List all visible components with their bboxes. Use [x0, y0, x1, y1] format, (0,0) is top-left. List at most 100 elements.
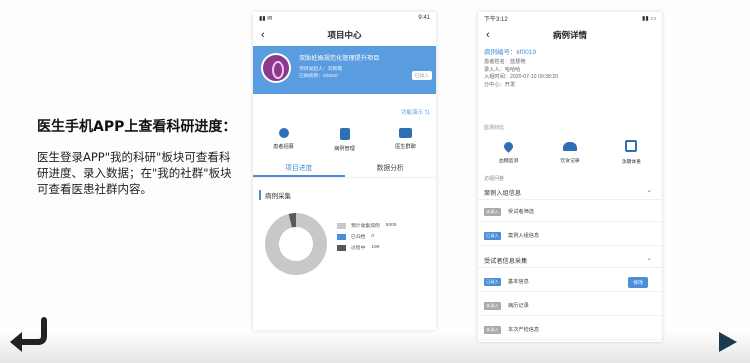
- joined-badge: 已加入: [411, 71, 432, 80]
- status-badge: 未录入: [484, 326, 501, 334]
- cases-value: 0/5000: [323, 73, 338, 79]
- list-item[interactable]: 已录入 基本信息 修改: [478, 274, 662, 292]
- slide-description: 医生登录APP"我的科研"板块可查看科研进度、录入数据；在"我的社群"板块可查看…: [37, 150, 232, 196]
- edit-button[interactable]: 修改: [628, 277, 648, 288]
- patient-recruit-icon: [278, 128, 289, 138]
- info-label: 分中心：: [484, 81, 505, 88]
- status-badge: 未录入: [484, 208, 501, 216]
- info-value: 2020-07-10 09:38:20: [509, 74, 559, 80]
- case-management-icon: [339, 128, 350, 140]
- page-title: 项目中心: [327, 30, 362, 40]
- group-title: 案例入组信息: [484, 190, 522, 197]
- status-bar: ▮▮ ✉ 9:41: [253, 12, 436, 24]
- phone-case-detail: 下午3:12 ▮▮ ▭ ‹ 病例详情 病例编号：kf0019 患者姓名：蓝慧艳 …: [478, 12, 662, 342]
- list-item[interactable]: 未录入 病历记录: [478, 298, 662, 316]
- legend-row: 已归档 0: [337, 231, 396, 242]
- legend-value: 5000: [385, 223, 397, 228]
- info-row: 分中心：开发: [484, 82, 558, 90]
- nav-bar: ‹ 病例详情: [478, 24, 662, 46]
- donut-slice-0: [265, 213, 327, 275]
- tab-bar: 项目进度 数据分析: [253, 160, 436, 178]
- tab-progress[interactable]: 项目进度: [253, 160, 345, 177]
- back-arrow-icon[interactable]: [6, 316, 50, 356]
- group-chat-icon: [399, 128, 412, 138]
- case-code-label: 病例编号：: [484, 49, 517, 56]
- info-row: 入组时间：2020-07-10 09:38:20: [484, 74, 558, 82]
- legend-value: 199: [371, 245, 380, 250]
- project-name: 双胎妊娠规范化管理提升项目: [299, 55, 380, 62]
- status-time: 9:41: [418, 15, 430, 21]
- monitor-weight[interactable]: 孕期体重: [603, 136, 659, 165]
- slide: 医生手机APP上查看科研进度： 医生登录APP"我的科研"板块可查看科研进度、录…: [0, 0, 750, 363]
- list-item[interactable]: 已录入 案例入组信息: [478, 228, 662, 246]
- project-meta: 项目发起人：刘新霞 已纳病例：0/5000: [299, 67, 342, 80]
- monitor-blood-sugar[interactable]: 血糖监测: [481, 136, 537, 165]
- status-badge: 未录入: [484, 302, 501, 310]
- initiator-label: 项目发起人：: [299, 67, 328, 72]
- legend-row: 过程中 199: [337, 242, 396, 253]
- legend-value: 0: [371, 234, 375, 239]
- monitor-menu: 血糖监测 饮食记录 孕期体重: [478, 136, 662, 165]
- chevron-left-icon[interactable]: ‹: [261, 29, 265, 41]
- item-name: 本次产检信息: [508, 327, 540, 333]
- case-code-value: kf0019: [516, 49, 537, 56]
- battery-icon: ▮▮ ▭: [642, 15, 656, 22]
- legend-row: 预计收集病例 5000: [337, 220, 396, 231]
- info-row: 录入人：哈哈哈: [484, 67, 558, 75]
- legend-label: 已归档: [351, 235, 366, 240]
- item-name: 案例入组信息: [508, 233, 540, 239]
- list-item[interactable]: 未录入 受试者筛选: [478, 204, 662, 222]
- monitor-label-text: 饮食记录: [560, 159, 580, 164]
- donut-slice-2: [288, 213, 297, 228]
- info-value: 开发: [504, 81, 516, 88]
- item-name: 病历记录: [508, 303, 529, 309]
- project-menu: 患者招募 病例管理 医生群聊: [253, 120, 436, 152]
- project-logo-icon: [261, 53, 291, 83]
- status-badge: 已录入: [484, 232, 501, 240]
- legend-label: 过程中: [351, 246, 366, 251]
- followup-label: 访视问卷: [484, 176, 505, 182]
- demo-link[interactable]: 功能演示 ⇅: [401, 108, 430, 116]
- project-banner[interactable]: 双胎妊娠规范化管理提升项目 项目发起人：刘新霞 已纳病例：0/5000 已加入: [253, 46, 436, 94]
- scale-icon: [625, 140, 638, 152]
- case-code: 病例编号：kf0019: [484, 48, 558, 58]
- next-slide-icon[interactable]: [717, 330, 739, 354]
- monitor-label: 监测对比: [484, 125, 505, 131]
- group-enrollment[interactable]: 案例入组信息 ⌄: [478, 184, 662, 200]
- chart-legend: 预计收集病例 5000 已归档 0 过程中 199: [337, 220, 396, 253]
- section-title: 病例采集: [259, 190, 291, 200]
- info-value: 哈哈哈: [504, 66, 521, 73]
- demo-link-label: 功能演示: [400, 110, 423, 116]
- chevron-down-icon: ⌄: [646, 255, 652, 262]
- info-value: 蓝慧艳: [509, 59, 526, 65]
- initiator-value: 刘新霞: [327, 67, 343, 72]
- legend-swatch: [337, 244, 346, 251]
- case-collection-donut: [265, 213, 327, 275]
- status-badge: 已录入: [484, 278, 501, 286]
- menu-label: 病例管理: [334, 146, 355, 152]
- legend-swatch: [337, 222, 346, 229]
- status-time: 下午3:12: [484, 16, 508, 23]
- group-title: 受试者信息采集: [484, 258, 528, 265]
- monitor-diet[interactable]: 饮食记录: [542, 136, 598, 165]
- item-name: 基本信息: [508, 279, 529, 285]
- slide-headline: 医生手机APP上查看科研进度：: [37, 119, 237, 135]
- info-label: 患者姓名：: [484, 59, 510, 65]
- nav-bar: ‹ 项目中心: [253, 24, 436, 46]
- item-name: 受试者筛选: [508, 209, 534, 215]
- cases-label: 已纳病例：: [299, 73, 323, 79]
- tab-analysis[interactable]: 数据分析: [345, 160, 437, 177]
- chevron-left-icon[interactable]: ‹: [486, 29, 490, 41]
- menu-group-chat[interactable]: 医生群聊: [376, 120, 436, 152]
- monitor-label-text: 孕期体重: [621, 160, 641, 165]
- phone-project-center: ▮▮ ✉ 9:41 ‹ 项目中心 双胎妊娠规范化管理提升项目 项目发起人：刘新霞…: [253, 12, 436, 330]
- case-info: 病例编号：kf0019 患者姓名：蓝慧艳 录入人：哈哈哈 入组时间：2020-0…: [484, 48, 558, 89]
- menu-label: 医生群聊: [395, 144, 416, 150]
- legend-swatch: [337, 233, 346, 240]
- blood-drop-icon: [502, 140, 516, 153]
- group-subject-info[interactable]: 受试者信息采集 ⌄: [478, 252, 662, 268]
- menu-patient-recruit[interactable]: 患者招募: [254, 120, 314, 152]
- info-row: 患者姓名：蓝慧艳: [484, 59, 558, 67]
- menu-case-management[interactable]: 病例管理: [315, 120, 375, 152]
- list-item[interactable]: 未录入 本次产检信息: [478, 322, 662, 340]
